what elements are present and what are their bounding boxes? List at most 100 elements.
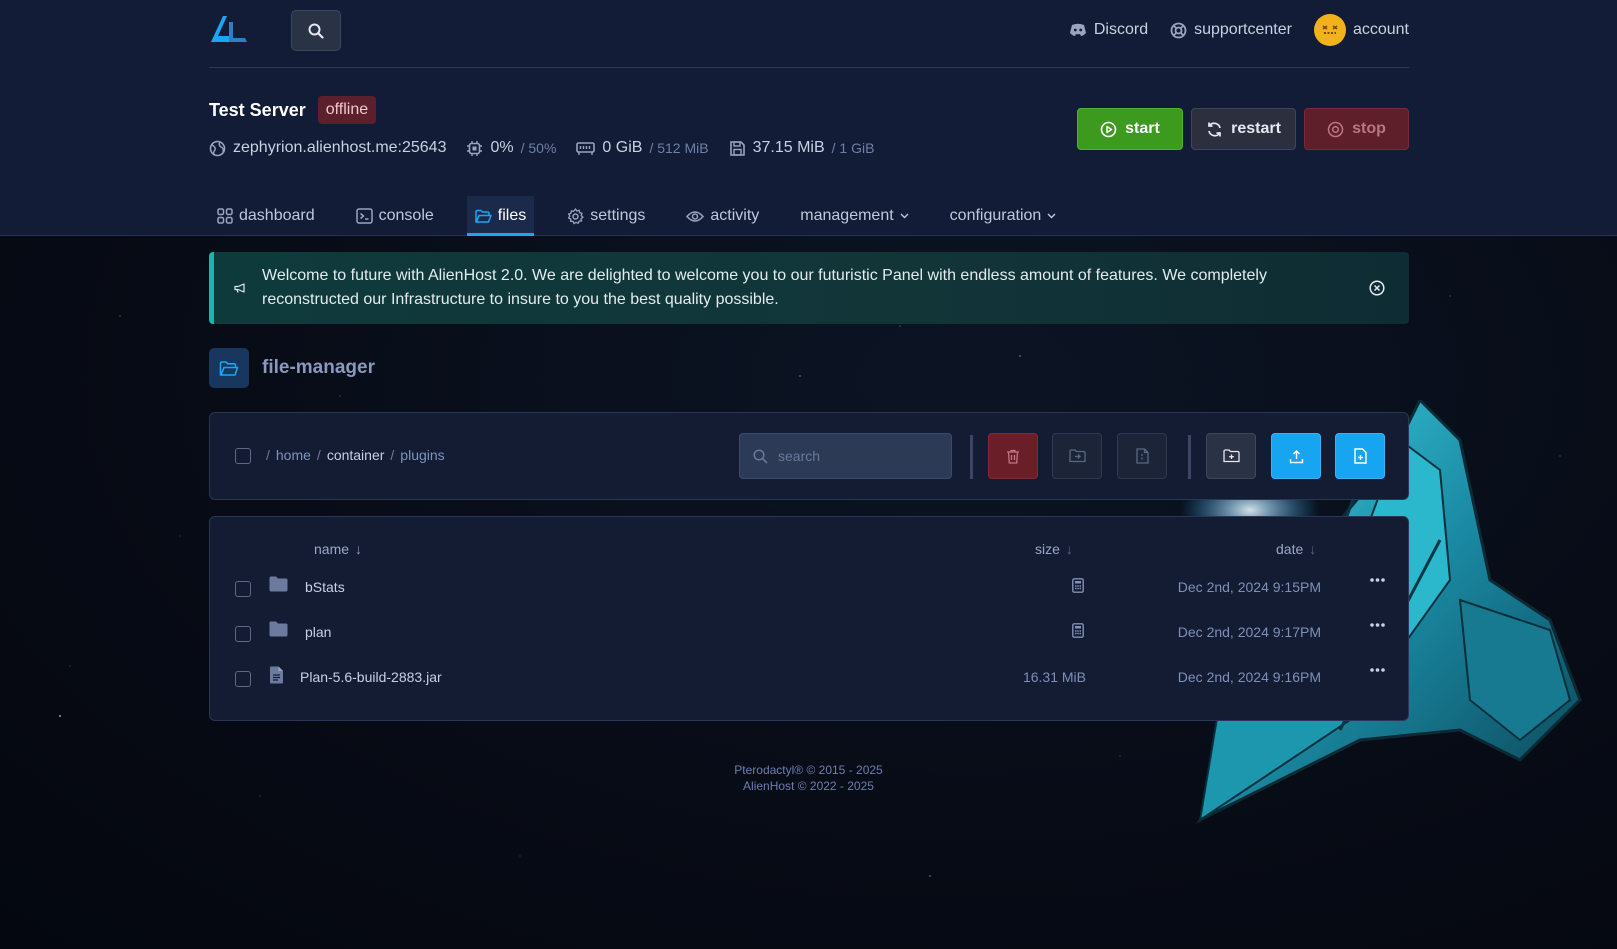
account-link[interactable]: account — [1313, 14, 1409, 46]
discord-icon — [1069, 23, 1086, 36]
tab-activity[interactable]: activity — [678, 196, 767, 236]
close-icon[interactable] — [1369, 280, 1385, 296]
stat-disk: 37.15 MiB / 1 GiB — [729, 139, 875, 157]
server-name: Test Server — [209, 99, 306, 120]
stop-circle-icon — [1327, 121, 1344, 137]
file-row[interactable]: bStats Dec 2nd, 2024 9:15PM — [210, 565, 1408, 609]
upload-button[interactable] — [1271, 433, 1321, 479]
disk-limit: / 1 GiB — [831, 140, 875, 156]
footer-alienhost[interactable]: AlienHost © 2022 - 2025 — [0, 778, 1617, 794]
tab-settings[interactable]: settings — [559, 196, 653, 236]
disk-value: 37.15 MiB — [752, 139, 825, 156]
calculator-icon[interactable] — [1072, 623, 1084, 638]
file-text-icon — [270, 666, 283, 684]
column-size-label: size — [1035, 541, 1060, 557]
file-search-field[interactable] — [739, 433, 952, 479]
tab-dashboard[interactable]: dashboard — [209, 196, 323, 236]
grid-icon — [217, 208, 233, 224]
announcement-text: Welcome to future with AlienHost 2.0. We… — [262, 267, 1267, 308]
archive-button[interactable] — [1117, 433, 1167, 479]
file-list: name ↓ size ↓ date ↓ bStats Dec 2nd, 202… — [209, 516, 1409, 721]
page-title: file-manager — [262, 357, 375, 378]
folder-icon — [269, 621, 288, 637]
discord-label: Discord — [1093, 21, 1149, 38]
column-header-date[interactable]: date ↓ — [1276, 541, 1316, 557]
move-button[interactable] — [1052, 433, 1102, 479]
avatar-icon — [1313, 14, 1346, 46]
memory-limit: / 512 MiB — [649, 140, 709, 156]
folder-plus-icon — [1222, 449, 1240, 463]
megaphone-icon — [234, 283, 245, 293]
sort-arrow-icon: ↓ — [355, 541, 363, 557]
tab-management-label: management — [800, 207, 894, 224]
row-checkbox[interactable] — [235, 671, 251, 687]
search-icon — [308, 23, 324, 39]
top-links: Discord supportcenter account — [1069, 14, 1409, 46]
tab-console[interactable]: console — [348, 196, 442, 236]
file-name[interactable]: Plan-5.6-build-2883.jar — [300, 669, 442, 685]
tab-activity-label: activity — [710, 207, 760, 224]
select-all-checkbox[interactable] — [235, 448, 251, 464]
column-name-label: name — [314, 541, 350, 557]
toolbar-divider — [970, 435, 973, 479]
stat-address: zephyrion.alienhost.me:25643 — [209, 139, 446, 157]
file-row[interactable]: plan Dec 2nd, 2024 9:17PM — [210, 610, 1408, 654]
calculator-icon[interactable] — [1072, 578, 1084, 593]
file-name[interactable]: bStats — [305, 579, 345, 595]
tab-configuration-label: configuration — [949, 207, 1042, 224]
restart-button[interactable]: restart — [1191, 108, 1296, 150]
new-folder-button[interactable] — [1206, 433, 1256, 479]
global-search-button[interactable] — [291, 10, 341, 51]
tab-management[interactable]: management — [792, 196, 916, 236]
stop-button[interactable]: stop — [1304, 108, 1409, 150]
account-label: account — [1352, 21, 1409, 38]
file-archive-icon — [1135, 448, 1149, 464]
memory-icon — [576, 141, 596, 155]
file-name[interactable]: plan — [305, 624, 331, 640]
folder-open-icon — [209, 348, 249, 388]
start-button[interactable]: start — [1077, 108, 1183, 150]
gear-icon — [568, 207, 584, 224]
breadcrumb-container[interactable]: container — [327, 447, 385, 463]
footer-pterodactyl[interactable]: Pterodactyl® © 2015 - 2025 — [0, 762, 1617, 778]
save-disk-icon — [729, 140, 745, 156]
terminal-icon — [355, 208, 373, 224]
column-header-size[interactable]: size ↓ — [1035, 541, 1073, 557]
file-manager-heading: file-manager — [209, 348, 375, 388]
column-header-name[interactable]: name ↓ — [314, 541, 362, 557]
discord-link[interactable]: Discord — [1069, 14, 1148, 46]
breadcrumb-plugins[interactable]: plugins — [400, 447, 444, 463]
new-file-button[interactable] — [1335, 433, 1385, 479]
cpu-icon — [467, 140, 483, 156]
tab-dashboard-label: dashboard — [239, 207, 315, 224]
cpu-limit: / 50% — [520, 140, 557, 156]
tab-configuration[interactable]: configuration — [942, 196, 1065, 236]
alienhost-logo[interactable] — [209, 12, 249, 46]
restart-label: restart — [1231, 120, 1281, 137]
chevron-down-icon — [900, 213, 909, 219]
supportcenter-link[interactable]: supportcenter — [1170, 14, 1292, 46]
server-header: Discord supportcenter account Test Serve… — [0, 0, 1617, 236]
delete-button[interactable] — [988, 433, 1038, 479]
more-options-icon[interactable] — [1370, 578, 1385, 582]
trash-icon — [1007, 449, 1019, 464]
file-size: 16.31 MiB — [1022, 669, 1086, 685]
row-checkbox[interactable] — [235, 581, 251, 597]
file-toolbar: / home / container / plugins — [209, 412, 1409, 500]
tab-files[interactable]: files — [466, 196, 535, 236]
sort-arrow-icon: ↓ — [1309, 541, 1317, 557]
server-address[interactable]: zephyrion.alienhost.me:25643 — [233, 139, 446, 157]
memory-value: 0 GiB — [602, 139, 643, 156]
breadcrumb-home[interactable]: home — [276, 447, 311, 463]
file-row[interactable]: Plan-5.6-build-2883.jar 16.31 MiB Dec 2n… — [210, 655, 1408, 699]
more-options-icon[interactable] — [1370, 668, 1385, 672]
lifebuoy-icon — [1170, 22, 1187, 38]
file-search-input[interactable] — [778, 448, 928, 464]
breadcrumb-separator: / — [390, 447, 395, 463]
chevron-down-icon — [1047, 213, 1056, 219]
more-options-icon[interactable] — [1370, 623, 1385, 627]
sort-arrow-icon: ↓ — [1065, 541, 1073, 557]
server-title: Test Server offline — [209, 96, 377, 124]
breadcrumb-separator: / — [316, 447, 321, 463]
row-checkbox[interactable] — [235, 626, 251, 642]
